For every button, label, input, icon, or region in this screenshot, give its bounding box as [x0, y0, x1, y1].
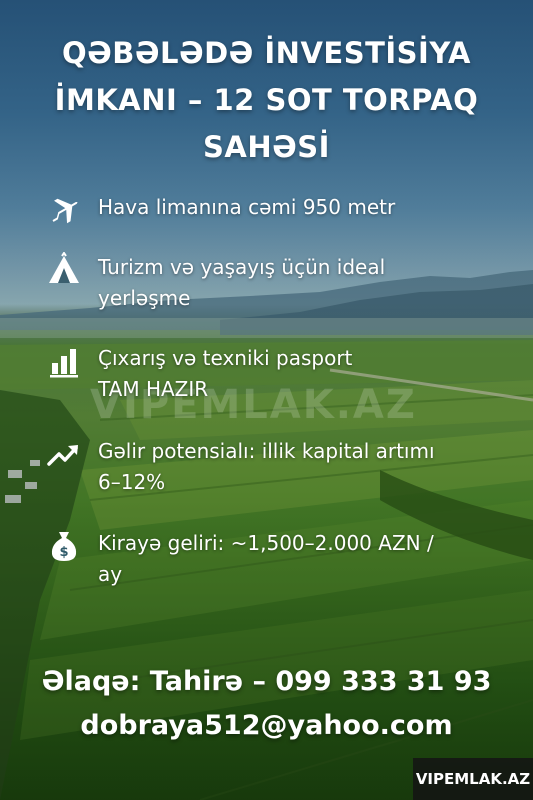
feature-tourism-location: Turizm və yaşayış üçün ideal yerləşme [46, 252, 506, 314]
site-badge: VIPEMLAK.AZ [413, 758, 533, 800]
trend-up-icon [47, 445, 78, 466]
title-line-2: İMKANI – 12 SOT TORPAQ [54, 83, 479, 117]
contact-phone[interactable]: Əlaqə: Tahirə – 099 333 31 93 [0, 666, 533, 697]
poster: VIPEMLAK.AZ QƏBƏLƏDƏ İNVESTİSİYA İMKANI … [0, 0, 533, 800]
bar-chart-icon [50, 349, 78, 378]
feature-rental-income: $ Kirayə geliri: ~1,500–2.000 AZN / ay [46, 528, 506, 590]
feature-airport-distance: Hava limanına cəmi 950 metr [46, 192, 506, 228]
feature-5-line-1: Kirayə geliri: ~1,500–2.000 AZN / [98, 531, 434, 555]
contact-email[interactable]: dobraya512@yahoo.com [0, 710, 533, 741]
feature-3-line-1: Çıxarış və texniki pasport [98, 346, 353, 370]
svg-text:$: $ [59, 545, 68, 560]
feature-3-line-2: TAM HAZIR [98, 377, 209, 401]
feature-4-line-2: 6–12% [98, 470, 166, 494]
airplane-icon [52, 198, 78, 224]
feature-documents-ready: Çıxarış və texniki pasport TAM HAZIR [46, 343, 506, 405]
title-line-1: QƏBƏLƏDƏ İNVESTİSİYA [61, 36, 472, 70]
feature-income-potential: Gəlir potensialı: illik kapital artımı 6… [46, 436, 506, 498]
page-title: QƏBƏLƏDƏ İNVESTİSİYA İMKANI – 12 SOT TOR… [20, 30, 513, 171]
feature-4-line-1: Gəlir potensialı: illik kapital artımı [98, 439, 435, 463]
feature-1-line-1: Hava limanına cəmi 950 metr [98, 195, 396, 219]
money-bag-icon: $ [51, 532, 77, 561]
feature-5-line-2: ay [98, 562, 123, 586]
tent-icon [49, 252, 79, 283]
feature-2-line-2: yerləşme [98, 286, 191, 310]
feature-2-line-1: Turizm və yaşayış üçün ideal [98, 255, 386, 279]
title-line-3: SAHƏSİ [203, 130, 330, 164]
